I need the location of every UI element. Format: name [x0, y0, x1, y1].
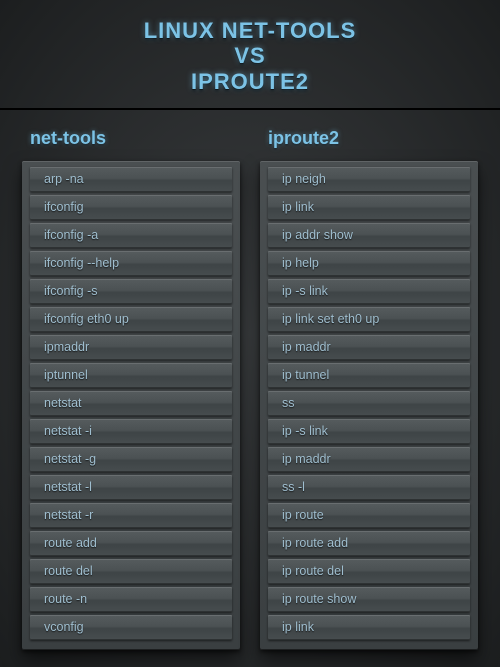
- list-item: ip addr show: [268, 223, 470, 248]
- list-item: ip -s link: [268, 279, 470, 304]
- column-header-net-tools: net-tools: [30, 128, 240, 149]
- list-item: ss: [268, 391, 470, 416]
- list-item: ip tunnel: [268, 363, 470, 388]
- panel-iproute2: ip neigh ip link ip addr show ip help ip…: [260, 161, 478, 650]
- list-item: ifconfig eth0 up: [30, 307, 232, 332]
- list-item: route -n: [30, 587, 232, 612]
- list-item: route del: [30, 559, 232, 584]
- list-item: ip route: [268, 503, 470, 528]
- page: LINUX NET-TOOLS VS IPROUTE2 net-tools ar…: [0, 0, 500, 667]
- column-net-tools: net-tools arp -na ifconfig ifconfig -a i…: [22, 128, 240, 650]
- list-item: ip link set eth0 up: [268, 307, 470, 332]
- list-item: netstat -i: [30, 419, 232, 444]
- list-item: ip maddr: [268, 335, 470, 360]
- list-item: netstat -r: [30, 503, 232, 528]
- list-item: arp -na: [30, 167, 232, 192]
- list-item: ip maddr: [268, 447, 470, 472]
- list-item: ifconfig -a: [30, 223, 232, 248]
- column-iproute2: iproute2 ip neigh ip link ip addr show i…: [260, 128, 478, 650]
- title-line-2: VS: [0, 43, 500, 68]
- list-item: ipmaddr: [30, 335, 232, 360]
- list-item: ip neigh: [268, 167, 470, 192]
- list-item: vconfig: [30, 615, 232, 640]
- list-item: netstat: [30, 391, 232, 416]
- list-item: ip help: [268, 251, 470, 276]
- list-item: ifconfig: [30, 195, 232, 220]
- list-item: route add: [30, 531, 232, 556]
- list-item: netstat -l: [30, 475, 232, 500]
- columns-container: net-tools arp -na ifconfig ifconfig -a i…: [0, 128, 500, 667]
- list-item: netstat -g: [30, 447, 232, 472]
- column-header-iproute2: iproute2: [268, 128, 478, 149]
- list-item: ip route del: [268, 559, 470, 584]
- list-item: ip route add: [268, 531, 470, 556]
- title-line-3: IPROUTE2: [0, 69, 500, 94]
- list-item: ip link: [268, 615, 470, 640]
- list-item: ifconfig -s: [30, 279, 232, 304]
- list-item: ss -l: [268, 475, 470, 500]
- list-item: iptunnel: [30, 363, 232, 388]
- panel-net-tools: arp -na ifconfig ifconfig -a ifconfig --…: [22, 161, 240, 650]
- list-item: ip -s link: [268, 419, 470, 444]
- list-item: ip link: [268, 195, 470, 220]
- title-block: LINUX NET-TOOLS VS IPROUTE2: [0, 18, 500, 94]
- divider-bar: [0, 108, 500, 110]
- title-line-1: LINUX NET-TOOLS: [0, 18, 500, 43]
- list-item: ip route show: [268, 587, 470, 612]
- list-item: ifconfig --help: [30, 251, 232, 276]
